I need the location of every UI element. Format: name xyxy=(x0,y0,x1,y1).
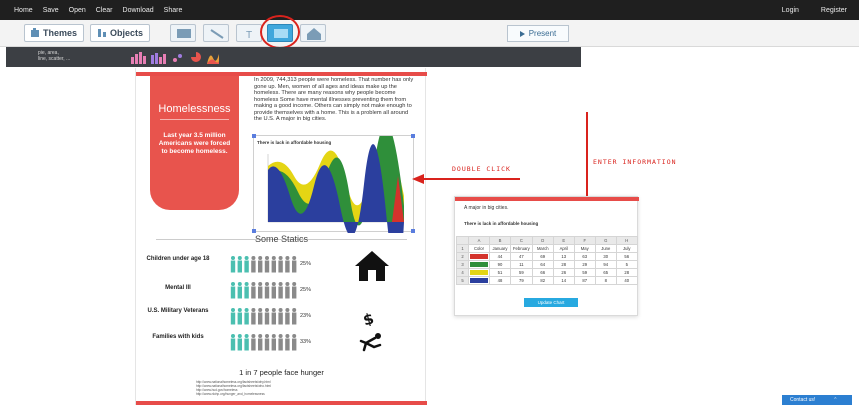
table-cell[interactable]: 59 xyxy=(573,268,596,277)
color-swatch xyxy=(470,278,488,283)
table-row: 2 44 47 69 13 63 30 56 xyxy=(456,252,638,261)
table-cell[interactable]: 44 xyxy=(489,252,511,261)
chart-data-grid[interactable]: A B C D E F G H 1 Color January February… xyxy=(456,236,638,285)
column-letter-row: A B C D E F G H xyxy=(456,236,638,245)
annotation-arrows xyxy=(412,112,592,220)
table-cell[interactable]: June xyxy=(594,244,617,253)
color-swatch xyxy=(470,254,488,259)
color-swatch-cell[interactable] xyxy=(468,276,490,285)
table-cell[interactable]: 47 xyxy=(510,252,533,261)
table-cell[interactable]: 26 xyxy=(552,268,575,277)
table-cell[interactable]: 66 xyxy=(531,268,554,277)
table-cell[interactable]: 79 xyxy=(510,276,533,285)
table-cell[interactable]: 11 xyxy=(510,260,533,269)
arrow-left-head xyxy=(412,174,424,184)
chevron-up-icon: ⌃ xyxy=(833,397,838,403)
table-cell[interactable]: February xyxy=(510,244,533,253)
table-cell[interactable]: 13 xyxy=(552,252,575,261)
column-header[interactable]: F xyxy=(573,236,596,245)
color-swatch-cell[interactable] xyxy=(468,252,490,261)
table-cell[interactable]: 30 xyxy=(594,252,617,261)
double-click-annotation: DOUBLE CLICK xyxy=(452,165,511,173)
table-row: 1 Color January February March April May… xyxy=(456,244,638,253)
color-swatch-cell[interactable] xyxy=(468,260,490,269)
table-cell[interactable]: July xyxy=(615,244,638,253)
panel-top-stripe xyxy=(455,197,639,201)
table-cell[interactable]: 82 xyxy=(531,276,554,285)
table-cell[interactable]: 28 xyxy=(552,260,575,269)
contact-widget[interactable]: Contact us! ⌃ xyxy=(782,395,852,405)
table-cell[interactable]: 56 xyxy=(615,252,638,261)
column-header[interactable]: G xyxy=(594,236,617,245)
contact-label: Contact us! xyxy=(790,397,816,403)
color-swatch xyxy=(470,270,488,275)
table-cell[interactable]: 90 xyxy=(489,260,511,269)
table-cell[interactable]: 29 xyxy=(573,260,596,269)
table-cell[interactable]: 51 xyxy=(489,268,511,277)
table-cell[interactable]: 8 xyxy=(594,276,617,285)
color-swatch xyxy=(470,262,488,267)
column-header[interactable]: B xyxy=(489,236,511,245)
column-header[interactable]: A xyxy=(468,236,490,245)
table-cell[interactable]: 65 xyxy=(594,268,617,277)
table-row: 5 48 79 82 14 87 8 40 xyxy=(456,276,638,285)
column-header[interactable]: D xyxy=(531,236,554,245)
table-cell[interactable]: May xyxy=(573,244,596,253)
column-header[interactable]: H xyxy=(615,236,638,245)
color-swatch-cell[interactable] xyxy=(468,268,490,277)
table-cell[interactable]: 64 xyxy=(531,260,554,269)
table-cell[interactable]: 40 xyxy=(615,276,638,285)
table-cell[interactable]: 5 xyxy=(615,260,638,269)
table-cell[interactable]: Color xyxy=(468,244,490,253)
table-cell[interactable]: March xyxy=(531,244,554,253)
table-cell[interactable]: 48 xyxy=(489,276,511,285)
table-cell[interactable]: 69 xyxy=(531,252,554,261)
table-cell[interactable]: 94 xyxy=(594,260,617,269)
panel-text: A major in big cities. xyxy=(464,205,509,211)
table-cell[interactable]: 14 xyxy=(552,276,575,285)
table-cell[interactable]: 63 xyxy=(573,252,596,261)
update-chart-button[interactable]: Update Chart xyxy=(524,298,578,307)
table-cell[interactable]: 59 xyxy=(510,268,533,277)
table-cell[interactable]: January xyxy=(489,244,511,253)
table-row: 4 51 59 66 26 59 65 28 xyxy=(456,268,638,277)
column-header[interactable]: E xyxy=(552,236,575,245)
column-header[interactable]: C xyxy=(510,236,533,245)
panel-chart-caption: There is lack in affordable housing xyxy=(464,221,539,226)
table-row: 3 90 11 64 28 29 94 5 xyxy=(456,260,638,269)
table-cell[interactable]: April xyxy=(552,244,575,253)
table-cell[interactable]: 28 xyxy=(615,268,638,277)
enter-information-annotation: ENTER INFORMATION xyxy=(593,158,677,166)
table-cell[interactable]: 87 xyxy=(573,276,596,285)
